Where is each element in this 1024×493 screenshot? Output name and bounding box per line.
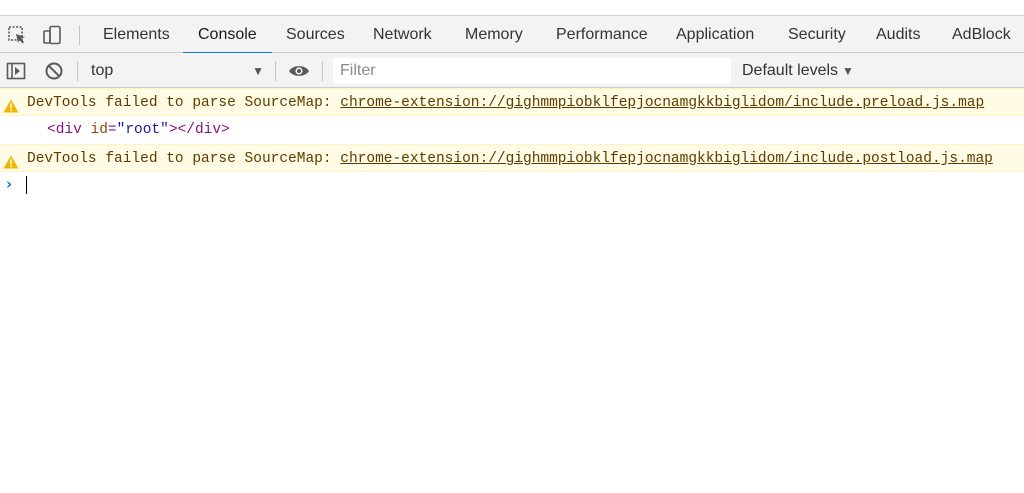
console-log-element[interactable]: <div id="root"></div>: [0, 116, 1024, 144]
console-warning-message: DevTools failed to parse SourceMap: chro…: [0, 88, 1024, 116]
devtools-tab-bar: Elements Console Sources Network Memory …: [0, 15, 1024, 54]
prompt-chevron-icon: ›: [6, 175, 13, 193]
tab-elements[interactable]: Elements: [88, 16, 185, 53]
dropdown-caret-icon: ▼: [252, 64, 264, 78]
tab-audits[interactable]: Audits: [861, 16, 935, 53]
context-selector-value: top: [91, 62, 114, 79]
tab-security[interactable]: Security: [773, 16, 861, 53]
tab-adblock[interactable]: AdBlock: [937, 16, 1024, 53]
html-tag-close: ></div>: [168, 122, 230, 138]
console-warning-message: DevTools failed to parse SourceMap: chro…: [0, 144, 1024, 172]
html-tag-open: <div: [47, 122, 82, 138]
toolbar-divider: [77, 61, 78, 81]
dropdown-caret-icon: ▼: [842, 64, 854, 78]
console-toolbar: top ▼ Default levels▼: [0, 53, 1024, 88]
inspect-element-icon[interactable]: [6, 24, 28, 46]
tab-network[interactable]: Network: [358, 16, 447, 53]
log-levels-dropdown[interactable]: Default levels ▼: [742, 57, 854, 85]
html-attr-value: "root": [116, 122, 169, 138]
tab-memory[interactable]: Memory: [450, 16, 538, 53]
html-attr-name: id: [90, 122, 108, 138]
warning-text: DevTools failed to parse SourceMap:: [27, 151, 341, 167]
warning-icon: [3, 152, 19, 169]
show-sidebar-icon[interactable]: [5, 60, 27, 82]
warning-text: DevTools failed to parse SourceMap:: [27, 95, 341, 111]
toolbar-divider: [322, 61, 323, 81]
context-selector[interactable]: top ▼: [84, 57, 270, 85]
text-cursor: [26, 176, 27, 194]
toolbar-divider: [275, 61, 276, 81]
log-levels-label: Default levels: [742, 62, 839, 79]
tab-sources[interactable]: Sources: [271, 16, 360, 53]
tab-performance[interactable]: Performance: [541, 16, 663, 53]
clear-console-icon[interactable]: [43, 60, 65, 82]
tab-console[interactable]: Console: [183, 16, 272, 54]
console-messages: DevTools failed to parse SourceMap: chro…: [0, 88, 1024, 196]
device-toolbar-icon[interactable]: [41, 24, 63, 46]
toolbar-divider: [79, 25, 80, 45]
source-map-link[interactable]: chrome-extension://gighmmpiobklfepjocnam…: [340, 151, 993, 167]
live-expression-icon[interactable]: [288, 60, 310, 82]
source-map-link[interactable]: chrome-extension://gighmmpiobklfepjocnam…: [340, 95, 984, 111]
console-prompt[interactable]: ›: [0, 172, 1024, 196]
tab-application[interactable]: Application: [661, 16, 769, 53]
warning-icon: [3, 96, 19, 113]
filter-input[interactable]: [333, 58, 731, 84]
